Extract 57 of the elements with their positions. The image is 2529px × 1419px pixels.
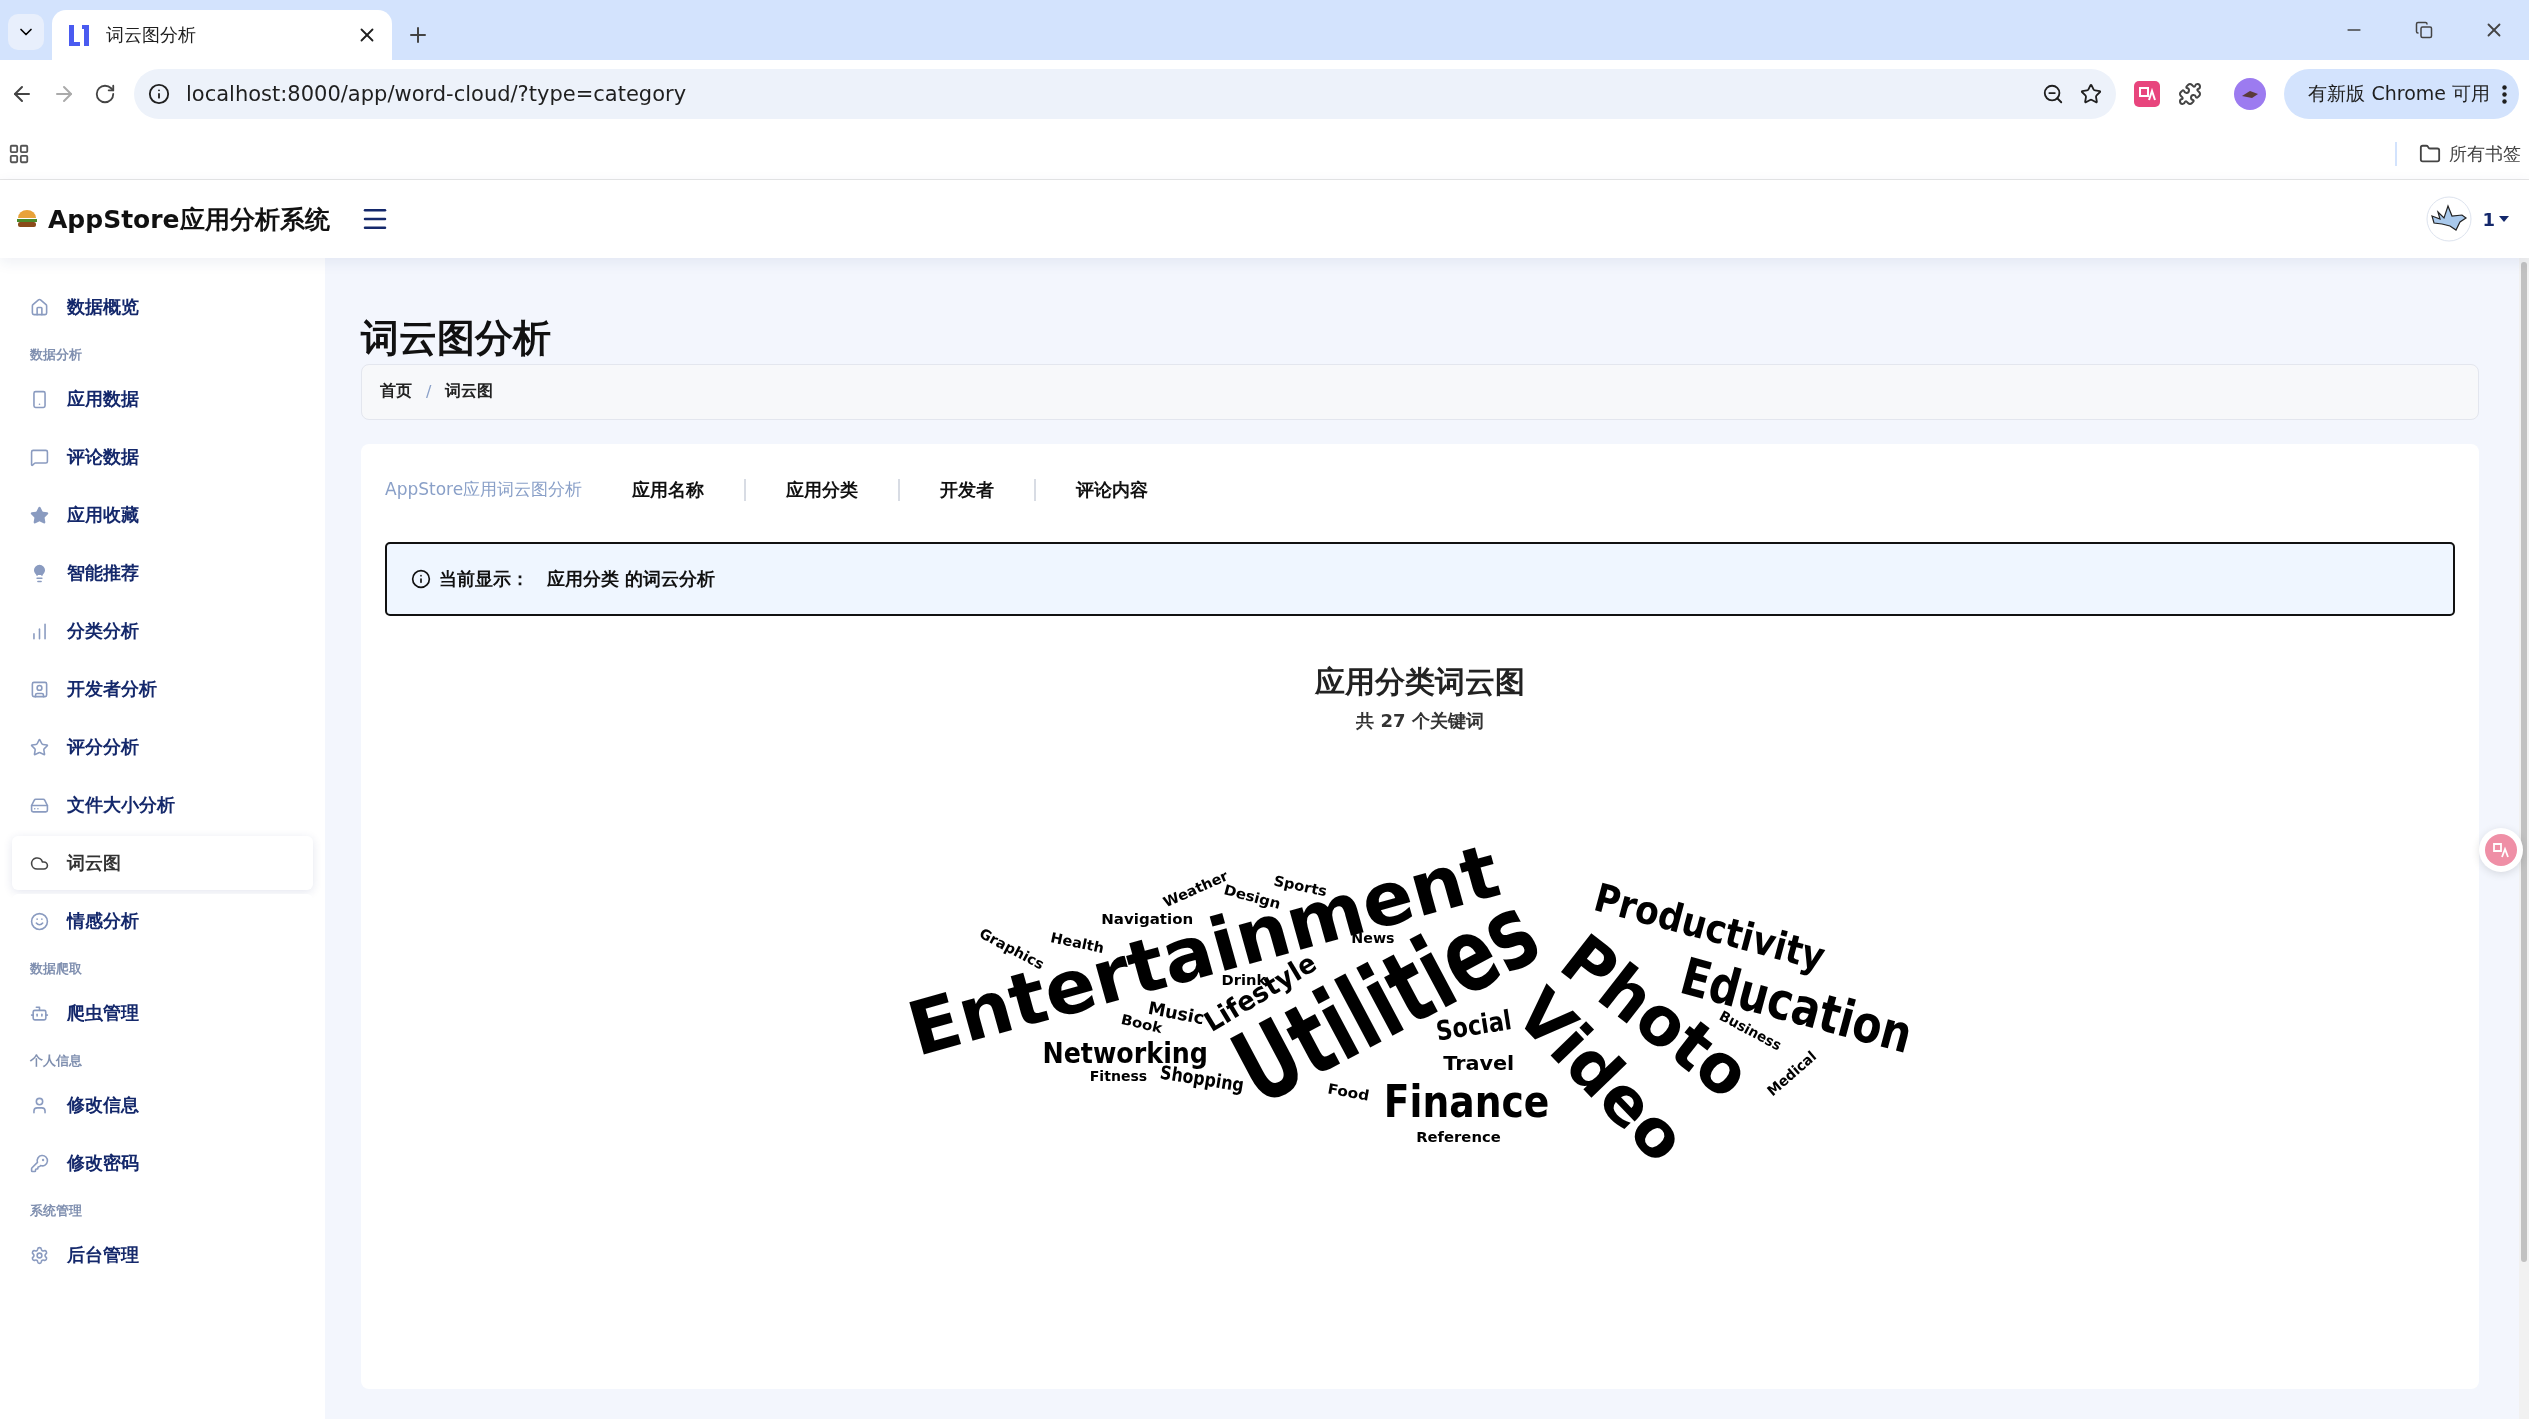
update-chrome-button[interactable]: 有新版 Chrome 可用 — [2284, 69, 2519, 119]
folder-icon — [2419, 142, 2441, 165]
nav-link[interactable]: 开发者 — [898, 478, 1035, 501]
browser-tab[interactable]: 词云图分析 — [52, 10, 392, 60]
reload-icon[interactable] — [94, 83, 116, 105]
drive-icon — [30, 795, 49, 815]
zoom-icon[interactable] — [2042, 83, 2065, 105]
apps-icon[interactable] — [8, 142, 30, 165]
profile-avatar[interactable] — [2234, 78, 2267, 110]
nav-link[interactable]: 应用名称 — [632, 478, 745, 501]
settings-icon — [30, 1245, 49, 1265]
smile-icon — [30, 911, 49, 931]
sidebar-item[interactable]: 词云图 — [12, 836, 313, 890]
avatar[interactable] — [2426, 196, 2473, 242]
tab-title: 词云图分析 — [106, 23, 197, 47]
page-title: 词云图分析 — [361, 316, 552, 362]
sidebar-heading: 个人信息 — [29, 1052, 83, 1070]
info-icon — [411, 568, 431, 589]
translate-icon — [2491, 840, 2511, 860]
caret-icon — [2499, 216, 2509, 222]
chart-subtitle: 共 27 个关键词 — [1356, 708, 1484, 733]
message-icon — [30, 447, 49, 467]
alert-label: 当前显示： — [439, 566, 529, 591]
breadcrumb-link[interactable]: 词云图 — [445, 381, 494, 403]
breadcrumb-link[interactable]: 首页 — [380, 381, 412, 403]
nav-link[interactable]: 应用分类 — [744, 478, 899, 501]
star-icon — [30, 737, 49, 757]
robot-icon — [30, 1003, 49, 1023]
info-icon[interactable] — [148, 83, 170, 105]
restore-icon[interactable] — [2415, 21, 2433, 39]
address-bar[interactable]: localhost:8000/app/word-cloud/?type=category — [134, 69, 2117, 119]
bar-chart-icon — [30, 621, 49, 641]
star-icon — [30, 505, 49, 525]
translate-icon[interactable] — [2134, 81, 2161, 107]
contact-icon — [30, 679, 49, 699]
alert-message: 应用分类 的词云分析 — [547, 566, 716, 591]
sidebar-heading: 数据分析 — [29, 346, 83, 364]
house-icon — [30, 297, 49, 317]
chart-title: 应用分类词云图 — [1315, 662, 1525, 701]
sidebar-heading: 系统管理 — [29, 1202, 83, 1220]
nav-link[interactable]: 评论内容 — [1034, 478, 1189, 501]
user-menu[interactable]: 1 — [2482, 208, 2509, 230]
key-icon — [30, 1153, 49, 1173]
cloud-word: Fitness — [1089, 1066, 1151, 1085]
bookmark-star-icon[interactable] — [2080, 83, 2103, 105]
breadcrumb-separator: / — [426, 382, 432, 402]
more-icon — [2502, 84, 2507, 104]
app-brand[interactable]: AppStore应用分析系统 — [48, 202, 330, 236]
user-icon — [30, 1095, 49, 1115]
cloud-word: Reference — [1416, 1128, 1498, 1145]
scrollbar-thumb[interactable] — [2521, 262, 2527, 1262]
phone-icon — [30, 389, 49, 409]
site-logo-icon — [66, 22, 92, 48]
burger-logo-icon — [16, 209, 38, 229]
bookmarks-folder[interactable]: 所有书签 — [2395, 141, 2521, 166]
sidebar-heading: 数据爬取 — [29, 960, 83, 978]
extensions-icon[interactable] — [2178, 82, 2203, 106]
